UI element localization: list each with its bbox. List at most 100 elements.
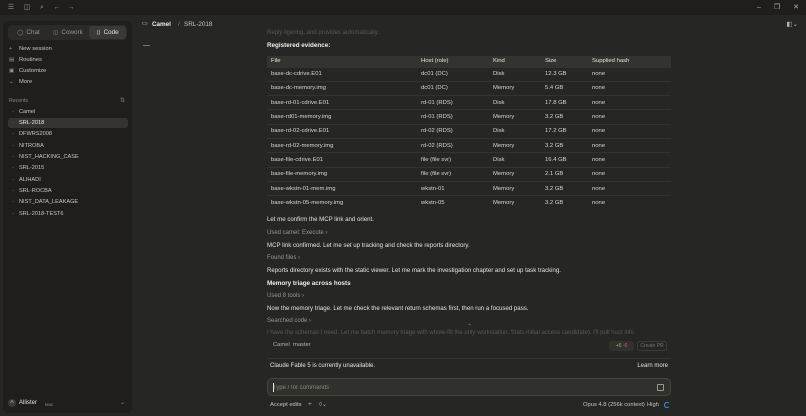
sidebar-toggle-icon[interactable]: ◫ xyxy=(22,3,32,13)
table-cell: none xyxy=(588,137,671,153)
tab-cowork[interactable]: ◫ Cowork xyxy=(48,26,88,39)
tab-chat[interactable]: ◯ Chat xyxy=(10,26,47,39)
transcript[interactable]: Reply ilgering, and provides automatical… xyxy=(267,24,671,338)
table-cell: Memory xyxy=(489,195,541,210)
user-menu[interactable]: A Allister Max ⌄ xyxy=(8,398,128,409)
routines-button[interactable]: ▤ Routines xyxy=(9,55,127,65)
recent-item-srl-2018-test6[interactable]: - SRL-2018-TEST6 xyxy=(8,209,128,219)
table-cell: wkstn-01 xyxy=(417,180,489,196)
table-cell: 17.8 GB xyxy=(541,95,588,110)
stop-icon[interactable] xyxy=(657,384,664,391)
table-row: base-file-memory.img file (file svr) Memor… xyxy=(267,166,671,182)
learn-more-link[interactable]: Learn more xyxy=(637,363,668,369)
code-icon: ⟨⟩ xyxy=(96,30,101,36)
table-cell: file (file svr) xyxy=(417,152,489,168)
table-row: base-wkstn-05-memory.img wkstn-05 Memory 3.… xyxy=(267,195,671,210)
maximize-button[interactable]: ❐ xyxy=(770,2,784,13)
table-cell: 16.4 GB xyxy=(541,152,588,168)
menu-icon[interactable]: ☰ xyxy=(6,3,16,13)
scroll-down-icon[interactable]: ⌃ xyxy=(467,323,472,330)
tool-call-used-tools[interactable]: Used 8 tools › xyxy=(267,293,304,299)
tool-call-found-files[interactable]: Found files › xyxy=(267,255,300,261)
recent-item-nist-data-leakage[interactable]: - NIST_DATA_LEAKAGE xyxy=(8,197,128,207)
effort-selector[interactable]: High xyxy=(647,402,659,408)
prompt-input[interactable] xyxy=(273,382,643,393)
chevron-down-icon: ⌄ xyxy=(119,400,125,406)
accept-edits-button[interactable]: Accept edits xyxy=(270,402,302,408)
context-icon[interactable]: ◊⌄ xyxy=(319,401,327,408)
recent-item-dfwrs2008[interactable]: - DFWRS2008 xyxy=(8,129,128,139)
breadcrumb-separator: / xyxy=(178,21,180,28)
minimize-button[interactable]: – xyxy=(752,2,766,13)
table-cell: none xyxy=(588,123,671,139)
arrow-right-icon[interactable]: → xyxy=(66,3,76,13)
table-row: base-rd-02-cdrive.E01 rd-02 (RDS) Disk 17.2… xyxy=(267,123,671,139)
column-header: File xyxy=(267,56,417,67)
recent-item-alihadi[interactable]: - ALIHADI xyxy=(8,175,128,185)
prompt-box[interactable] xyxy=(267,378,671,396)
lines-removed: -6 xyxy=(622,343,628,349)
more-button[interactable]: ⌄ More xyxy=(9,77,127,87)
tool-call-execute[interactable]: Used camel: Execute › xyxy=(267,230,327,236)
table-cell: none xyxy=(588,66,671,82)
customize-icon: ▣ xyxy=(9,68,15,74)
table-cell: base-rd-01-cdrive.E01 xyxy=(267,95,417,110)
diff-stat[interactable]: +6 -6 xyxy=(609,341,634,351)
table-cell: Memory xyxy=(489,80,541,96)
arrow-left-icon[interactable]: ← xyxy=(52,3,62,13)
close-button[interactable]: ✕ xyxy=(789,2,803,13)
add-attachment-icon[interactable]: + xyxy=(308,401,312,408)
repo-name[interactable]: Camel xyxy=(273,342,290,348)
assistant-message: Now the memory triage. Let me check the … xyxy=(267,305,529,312)
table-cell: base-dc-cdrive.E01 xyxy=(267,66,417,82)
customize-button[interactable]: ▣ Customize xyxy=(9,66,127,76)
table-cell: dc01 (DC) xyxy=(417,66,489,82)
search-icon[interactable]: ⌕ xyxy=(37,3,47,13)
recent-item-camel[interactable]: - Camel xyxy=(8,107,128,117)
column-header: Size xyxy=(541,56,588,67)
recent-item-srl-rocba[interactable]: - SRL-ROCBA xyxy=(8,186,128,196)
recent-item-nitroba[interactable]: - NITROBA xyxy=(8,141,128,151)
table-cell: Disk xyxy=(489,123,541,139)
user-name: Allister xyxy=(19,400,38,406)
table-cell: 2.1 GB xyxy=(541,166,588,182)
table-row: base-wkstn-01-mem.img wkstn-01 Memory 3.2 G… xyxy=(267,180,671,196)
tool-call-searched-code[interactable]: Searched code › xyxy=(267,318,311,324)
registered-evidence-heading: Registered evidence: xyxy=(267,42,331,49)
filter-icon[interactable]: ⇅ xyxy=(120,97,125,104)
faded-message: I have the schemas I need. Let me batch … xyxy=(267,330,634,336)
assistant-message: MCP link confirmed. Let me set up tracki… xyxy=(267,242,470,249)
table-cell: none xyxy=(588,180,671,196)
table-cell: rd-01 (RDS) xyxy=(417,95,489,110)
table-cell: 3.2 GB xyxy=(541,180,588,196)
routines-icon: ▤ xyxy=(9,57,15,63)
collapse-icon[interactable]: — xyxy=(143,42,150,49)
table-cell: file (file svr) xyxy=(417,166,489,182)
composer-toolbar: Accept edits + ◊⌄ Opus 4.8 (256k context… xyxy=(267,400,671,412)
recents-heading: Recents xyxy=(9,98,29,104)
mode-switch: ◯ Chat ◫ Cowork ⟨⟩ Code xyxy=(8,25,127,40)
model-selector[interactable]: Opus 4.8 (256k context) xyxy=(583,402,645,408)
breadcrumb-project[interactable]: Camel xyxy=(152,21,171,28)
panel-toggle-icon[interactable]: ◧⌄ xyxy=(786,20,798,28)
create-pr-button[interactable]: Create PR xyxy=(637,341,667,351)
table-row: base-dc-memory.img dc01 (DC) Memory 5.4 GB n… xyxy=(267,80,671,96)
new-session-button[interactable]: + New session xyxy=(9,44,127,54)
table-cell: 3.2 GB xyxy=(541,137,588,153)
table-cell: 3.2 GB xyxy=(541,195,588,210)
table-cell: base-rd-02-memory.img xyxy=(267,137,417,153)
branch-name[interactable]: master xyxy=(293,342,311,348)
recent-item-srl-2015[interactable]: - SRL-2015 xyxy=(8,163,128,173)
tab-code[interactable]: ⟨⟩ Code xyxy=(89,26,126,39)
assistant-message: Let me confirm the MCP link and orient. xyxy=(267,216,374,223)
column-header: Supplied hash xyxy=(588,56,671,67)
user-plan: Max xyxy=(45,402,53,407)
recent-item-srl-2018[interactable]: - SRL-2018 xyxy=(8,118,128,128)
table-cell: base-dc-memory.img xyxy=(267,80,417,96)
recent-item-nist-hacking-case[interactable]: - NIST_HACKING_CASE xyxy=(8,152,128,162)
breadcrumb-session[interactable]: SRL-2018 xyxy=(184,21,212,28)
table-cell: none xyxy=(588,166,671,182)
table-row: base-file-cdrive.E01 file (file svr) Disk 1… xyxy=(267,152,671,168)
branch-bar: Camel master +6 -6 Create PR xyxy=(267,340,671,352)
table-row: base-rd01-memory.img rd-01 (RDS) Memory 3.2… xyxy=(267,109,671,125)
